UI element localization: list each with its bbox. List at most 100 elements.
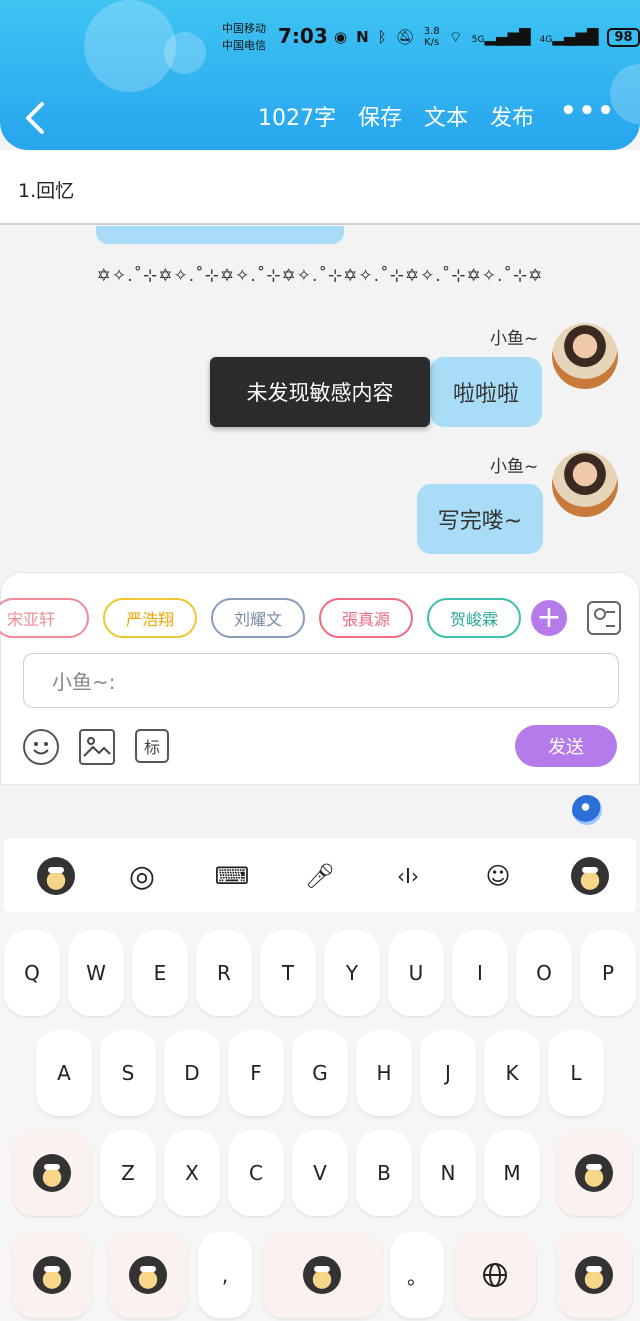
more-menu-icon[interactable]: ••• [560,96,616,126]
publish-button[interactable]: 发布 [490,100,534,132]
character-chip-label: 宋亚轩 [6,610,55,629]
carrier-1: 中国移动 [222,22,266,35]
avatar[interactable] [552,323,618,389]
network-speed: 3.8 K/s [424,26,440,48]
avatar[interactable] [552,451,618,517]
contact-card-icon[interactable] [587,601,621,635]
save-button[interactable]: 保存 [358,100,402,132]
net-label-2: 4G [539,35,553,45]
keyboard-toolbar: ◎ ⌨ 🎤︎ ‹I› ☺ [4,838,636,912]
character-chip[interactable]: 宋亚轩 [0,598,89,638]
keyboard-top-strip [0,785,640,837]
key[interactable]: N [420,1130,476,1216]
key[interactable]: W [68,930,124,1016]
penguin-icon[interactable] [36,856,76,896]
picture-icon [83,737,111,757]
penguin-icon[interactable] [570,856,610,896]
app-header: 中国移动 中国电信 7:03 ◉ N ᛒ 🔕︎ 3.8 K/s ⌔ 5G▂▄▆█… [0,0,640,150]
key[interactable]: R [196,930,252,1016]
key[interactable]: C [228,1130,284,1216]
message-bubble[interactable]: 啦啦啦 [430,357,542,427]
chapter-title: 1.回忆 [18,180,75,202]
speed-value: 3.8 [423,26,440,37]
key[interactable]: I [452,930,508,1016]
penguin-sticker-icon [33,1256,71,1294]
add-character-button[interactable]: + [531,600,567,636]
message-sender: 小鱼~ [490,329,539,349]
emoji-keyboard-icon[interactable]: ☺ [478,856,518,896]
tag-icon[interactable]: 标 [135,729,169,763]
key[interactable]: S [100,1030,156,1116]
key[interactable]: J [420,1030,476,1116]
key[interactable]: T [260,930,316,1016]
status-bar: 中国移动 中国电信 7:03 ◉ N ᛒ 🔕︎ 3.8 K/s ⌔ 5G▂▄▆█… [222,18,640,58]
speed-unit: K/s [424,37,440,48]
symbol-key[interactable] [12,1232,92,1318]
key[interactable]: F [228,1030,284,1116]
character-chip[interactable]: 張真源 [319,598,413,638]
key[interactable]: P [580,930,636,1016]
backspace-key[interactable] [556,1130,632,1216]
smile-icon [33,742,49,755]
enter-key[interactable] [556,1232,632,1318]
number-key[interactable] [108,1232,188,1318]
text-button[interactable]: 文本 [424,100,468,132]
message-input[interactable]: 小鱼~: [23,653,619,708]
penguin-sticker-icon [303,1256,341,1294]
cursor-icon[interactable]: ‹I› [388,856,428,896]
key[interactable]: H [356,1030,412,1116]
message-bubble[interactable]: 写完喽~ [417,484,543,554]
chat-area[interactable]: ✡✧.˚⊹✡✧.˚⊹✡✧.˚⊹✡✧.˚⊹✡✧.˚⊹✡✧.˚⊹✡✧.˚⊹✡ 小鱼~… [0,226,640,572]
globe-icon [483,1263,507,1287]
key[interactable]: E [132,930,188,1016]
nfc-icon: N [356,28,369,46]
key[interactable]: Z [100,1130,156,1216]
fish-icon[interactable] [572,795,602,825]
penguin-sticker [37,857,75,895]
keyboard: Q W E R T Y U I O P A S D F G H J K L Z … [0,912,640,1321]
period-key[interactable]: 。 [390,1232,444,1318]
back-arrow-icon[interactable] [22,98,48,138]
key[interactable]: A [36,1030,92,1116]
character-chip[interactable]: 刘耀文 [211,598,305,638]
key[interactable]: D [164,1030,220,1116]
weibo-icon[interactable]: ◎ [122,856,162,896]
key[interactable]: Y [324,930,380,1016]
character-chip[interactable]: 贺峻霖 [427,598,521,638]
key[interactable]: B [356,1130,412,1216]
input-tools: 标 [23,729,169,765]
penguin-sticker-icon [129,1256,167,1294]
language-key[interactable] [454,1232,536,1318]
carrier-2: 中国电信 [222,39,266,52]
keyboard-icon[interactable]: ⌨ [212,856,252,896]
penguin-sticker-icon [575,1154,613,1192]
key[interactable]: X [164,1130,220,1216]
decoration-line: ✡✧.˚⊹✡✧.˚⊹✡✧.˚⊹✡✧.˚⊹✡✧.˚⊹✡✧.˚⊹✡✧.˚⊹✡ [96,266,544,286]
key[interactable]: O [516,930,572,1016]
wifi-icon: ⌔ [448,27,463,46]
key[interactable]: M [484,1130,540,1216]
image-icon[interactable] [79,729,115,765]
signal-4g-icon: 4G▂▄▆█ [539,28,599,46]
key[interactable]: L [548,1030,604,1116]
key[interactable]: G [292,1030,348,1116]
comma-key[interactable]: , [198,1232,252,1318]
previous-message-bubble [96,226,344,244]
chapter-title-bar[interactable]: 1.回忆 [0,150,640,225]
send-button[interactable]: 发送 [515,725,617,767]
key[interactable]: U [388,930,444,1016]
key[interactable]: K [484,1030,540,1116]
key[interactable]: Q [4,930,60,1016]
decor-bubble [84,0,176,92]
key[interactable]: V [292,1130,348,1216]
microphone-icon[interactable]: 🎤︎ [300,856,340,896]
eye-icon: ◉ [334,28,348,46]
bluetooth-icon: ᛒ [377,28,387,46]
character-chip[interactable]: 严浩翔 [103,598,197,638]
space-key[interactable] [262,1232,382,1318]
shift-key[interactable] [12,1130,92,1216]
emoji-icon[interactable] [23,729,59,765]
penguin-sticker-icon [575,1256,613,1294]
signal-5g-icon: 5G▂▄▆█ [471,28,531,46]
penguin-sticker-icon [33,1154,71,1192]
